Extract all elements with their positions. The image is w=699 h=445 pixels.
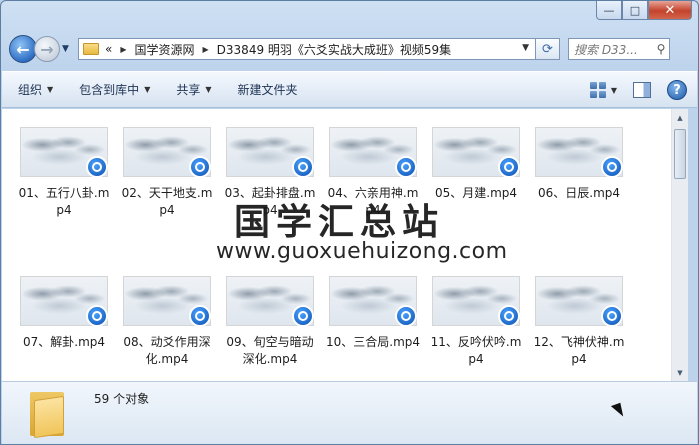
media-player-icon (86, 305, 108, 327)
media-player-icon (498, 305, 520, 327)
file-item[interactable]: 01、五行八卦.mp4 (16, 127, 112, 219)
media-player-icon (395, 305, 417, 327)
forward-button[interactable]: → (34, 36, 60, 62)
media-player-icon (292, 156, 314, 178)
share-label: 共享 (176, 83, 201, 97)
media-player-icon (86, 156, 108, 178)
video-thumbnail (123, 127, 211, 178)
media-player-icon (601, 305, 623, 327)
share-menu[interactable]: 共享 ▼ (176, 81, 211, 98)
video-thumbnail (432, 127, 520, 178)
file-name: 09、旬空与暗动深化.mp4 (226, 335, 314, 366)
scroll-down-icon[interactable]: ▼ (672, 364, 688, 381)
video-thumbnail (226, 127, 314, 178)
video-thumbnail (20, 276, 108, 327)
chevron-down-icon: ▼ (205, 85, 212, 94)
forward-arrow-icon: → (40, 39, 54, 59)
file-name: 11、反吟伏吟.mp4 (430, 335, 522, 366)
video-thumbnail (329, 127, 417, 178)
breadcrumb-separator-icon[interactable]: ▶ (120, 45, 126, 54)
media-player-icon (292, 305, 314, 327)
close-button[interactable]: ✕ (648, 1, 692, 20)
search-input[interactable]: 搜索 D33... (574, 41, 653, 58)
file-name: 01、五行八卦.mp4 (18, 186, 110, 217)
file-item[interactable]: 10、三合局.mp4 (325, 276, 421, 351)
file-item[interactable]: 12、飞神伏神.mp4 (531, 276, 627, 368)
new-folder-label: 新建文件夹 (237, 83, 298, 97)
scroll-up-icon[interactable]: ▲ (672, 109, 688, 126)
refresh-icon: ⟳ (542, 41, 553, 57)
file-item[interactable]: 11、反吟伏吟.mp4 (428, 276, 524, 368)
back-arrow-icon: ← (16, 39, 30, 59)
mouse-pointer-icon (610, 402, 626, 420)
file-name: 02、天干地支.mp4 (121, 186, 213, 217)
video-thumbnail (329, 276, 417, 327)
video-thumbnail (123, 276, 211, 327)
recent-pages-dropdown[interactable]: ▼ (62, 44, 74, 54)
command-bar: 组织 ▼ 包含到库中 ▼ 共享 ▼ 新建文件夹 ▼ ? (2, 71, 697, 108)
file-item[interactable]: 06、日辰.mp4 (531, 127, 627, 202)
vertical-scrollbar[interactable]: ▲ ▼ (671, 109, 688, 381)
minimize-button[interactable]: — (596, 1, 622, 20)
breadcrumb-item-current[interactable]: D33849 明羽《六爻实战大成班》视频59集 (217, 41, 452, 58)
maximize-icon: □ (629, 3, 641, 17)
details-pane: 59 个对象 (2, 381, 697, 444)
back-button[interactable]: ← (9, 35, 37, 63)
close-icon: ✕ (664, 2, 676, 18)
file-name: 12、飞神伏神.mp4 (533, 335, 625, 366)
folder-icon (83, 43, 99, 55)
search-icon: ⚲ (656, 42, 666, 56)
file-name: 08、动爻作用深化.mp4 (123, 335, 211, 366)
video-thumbnail (226, 276, 314, 327)
breadcrumb-separator-icon[interactable]: ▶ (203, 45, 209, 54)
breadcrumb-overflow[interactable]: « (105, 42, 112, 56)
chevron-down-icon: ▼ (47, 85, 54, 94)
file-item[interactable]: 05、月建.mp4 (428, 127, 524, 202)
breadcrumb-item-root[interactable]: 国学资源网 (135, 41, 195, 58)
video-thumbnail (535, 276, 623, 327)
video-thumbnail (535, 127, 623, 178)
media-player-icon (395, 156, 417, 178)
explorer-window: — □ ✕ ← → ▼ « ▶ 国学资源网 ▶ D33849 明羽《六爻实战大成… (0, 0, 699, 445)
preview-pane-icon[interactable] (633, 82, 651, 98)
media-player-icon (189, 156, 211, 178)
maximize-button[interactable]: □ (622, 1, 648, 20)
refresh-button[interactable]: ⟳ (536, 38, 560, 60)
organize-menu[interactable]: 组织 ▼ (18, 81, 53, 98)
new-folder-button[interactable]: 新建文件夹 (238, 81, 298, 98)
watermark-url: www.guoxuehuizong.com (216, 239, 508, 264)
help-icon[interactable]: ? (667, 80, 687, 100)
file-name: 07、解卦.mp4 (22, 335, 106, 349)
chevron-down-icon: ▼ (144, 85, 151, 94)
file-item[interactable]: 08、动爻作用深化.mp4 (119, 276, 215, 368)
toolbar-right: ▼ ? (589, 80, 687, 100)
folder-icon (30, 388, 64, 439)
minimize-icon: — (603, 3, 615, 17)
include-library-label: 包含到库中 (79, 83, 140, 97)
navigation-bar: ← → ▼ « ▶ 国学资源网 ▶ D33849 明羽《六爻实战大成班》视频59… (9, 34, 690, 64)
organize-label: 组织 (18, 83, 43, 97)
search-box[interactable]: 搜索 D33... ⚲ (568, 38, 670, 60)
file-item[interactable]: 02、天干地支.mp4 (119, 127, 215, 219)
media-player-icon (601, 156, 623, 178)
file-item[interactable]: 07、解卦.mp4 (16, 276, 112, 351)
caption-buttons: — □ ✕ (596, 1, 692, 21)
view-options-dropdown[interactable]: ▼ (611, 86, 617, 95)
address-bar[interactable]: « ▶ 国学资源网 ▶ D33849 明羽《六爻实战大成班》视频59集 ▼ (78, 38, 536, 60)
item-count: 59 个对象 (94, 392, 150, 406)
media-player-icon (189, 305, 211, 327)
scrollbar-thumb[interactable] (674, 129, 686, 179)
watermark-title: 国学汇总站 (234, 202, 445, 243)
file-item[interactable]: 09、旬空与暗动深化.mp4 (222, 276, 318, 368)
file-name: 06、日辰.mp4 (537, 186, 621, 200)
file-name: 10、三合局.mp4 (325, 335, 421, 349)
change-view-icon[interactable] (589, 81, 607, 99)
video-thumbnail (20, 127, 108, 178)
include-in-library-menu[interactable]: 包含到库中 ▼ (79, 81, 150, 98)
video-thumbnail (432, 276, 520, 327)
address-dropdown-icon[interactable]: ▼ (522, 43, 529, 53)
media-player-icon (498, 156, 520, 178)
